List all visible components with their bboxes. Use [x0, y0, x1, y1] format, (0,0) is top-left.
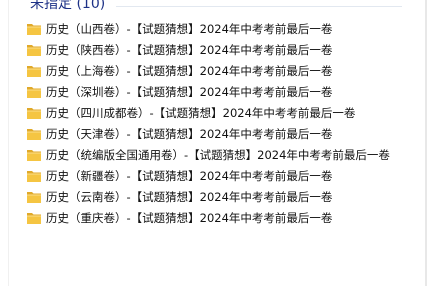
folder-item[interactable]: 历史（云南卷）-【试题猜想】2024年中考考前最后一卷 [26, 186, 390, 207]
folder-item-label: 历史（四川成都卷）-【试题猜想】2024年中考考前最后一卷 [46, 105, 356, 120]
folder-icon [27, 170, 41, 182]
folder-item-label: 历史（陕西卷）-【试题猜想】2024年中考考前最后一卷 [46, 42, 333, 57]
folder-icon [27, 65, 41, 77]
folder-icon [27, 107, 41, 119]
folder-item[interactable]: 历史（深圳卷）-【试题猜想】2024年中考考前最后一卷 [26, 81, 390, 102]
folder-item-label: 历史（重庆卷）-【试题猜想】2024年中考考前最后一卷 [46, 210, 333, 225]
folder-list: 历史（山西卷）-【试题猜想】2024年中考考前最后一卷 历史（陕西卷）-【试题猜… [26, 18, 390, 228]
folder-item[interactable]: 历史（重庆卷）-【试题猜想】2024年中考考前最后一卷 [26, 207, 390, 228]
folder-icon [27, 44, 41, 56]
file-list-pane: 未指定 (10) 历史（山西卷）-【试题猜想】2024年中考考前最后一卷 历史（… [0, 0, 427, 286]
folder-item-label: 历史（深圳卷）-【试题猜想】2024年中考考前最后一卷 [46, 84, 333, 99]
group-header[interactable]: 未指定 (10) [30, 0, 105, 13]
folder-icon [27, 149, 41, 161]
group-title: 未指定 (10) [30, 0, 106, 12]
folder-item[interactable]: 历史（上海卷）-【试题猜想】2024年中考考前最后一卷 [26, 60, 390, 81]
folder-icon [27, 23, 41, 35]
folder-icon [27, 191, 41, 203]
folder-item-label: 历史（天津卷）-【试题猜想】2024年中考考前最后一卷 [46, 126, 333, 141]
folder-item-label: 历史（云南卷）-【试题猜想】2024年中考考前最后一卷 [46, 189, 333, 204]
folder-icon [27, 128, 41, 140]
folder-item-label: 历史（新疆卷）-【试题猜想】2024年中考考前最后一卷 [46, 168, 333, 183]
folder-item[interactable]: 历史（新疆卷）-【试题猜想】2024年中考考前最后一卷 [26, 165, 390, 186]
folder-item[interactable]: 历史（天津卷）-【试题猜想】2024年中考考前最后一卷 [26, 123, 390, 144]
folder-item-label: 历史（上海卷）-【试题猜想】2024年中考考前最后一卷 [46, 63, 333, 78]
folder-icon [27, 212, 41, 224]
folder-item-label: 历史（山西卷）-【试题猜想】2024年中考考前最后一卷 [46, 21, 333, 36]
folder-icon [27, 86, 41, 98]
group-divider [116, 6, 402, 7]
folder-item[interactable]: 历史（统编版全国通用卷）-【试题猜想】2024年中考考前最后一卷 [26, 144, 390, 165]
folder-item[interactable]: 历史（陕西卷）-【试题猜想】2024年中考考前最后一卷 [26, 39, 390, 60]
left-pane-edge [0, 0, 9, 286]
folder-item[interactable]: 历史（山西卷）-【试题猜想】2024年中考考前最后一卷 [26, 18, 390, 39]
folder-item-label: 历史（统编版全国通用卷）-【试题猜想】2024年中考考前最后一卷 [46, 147, 390, 162]
folder-item[interactable]: 历史（四川成都卷）-【试题猜想】2024年中考考前最后一卷 [26, 102, 390, 123]
